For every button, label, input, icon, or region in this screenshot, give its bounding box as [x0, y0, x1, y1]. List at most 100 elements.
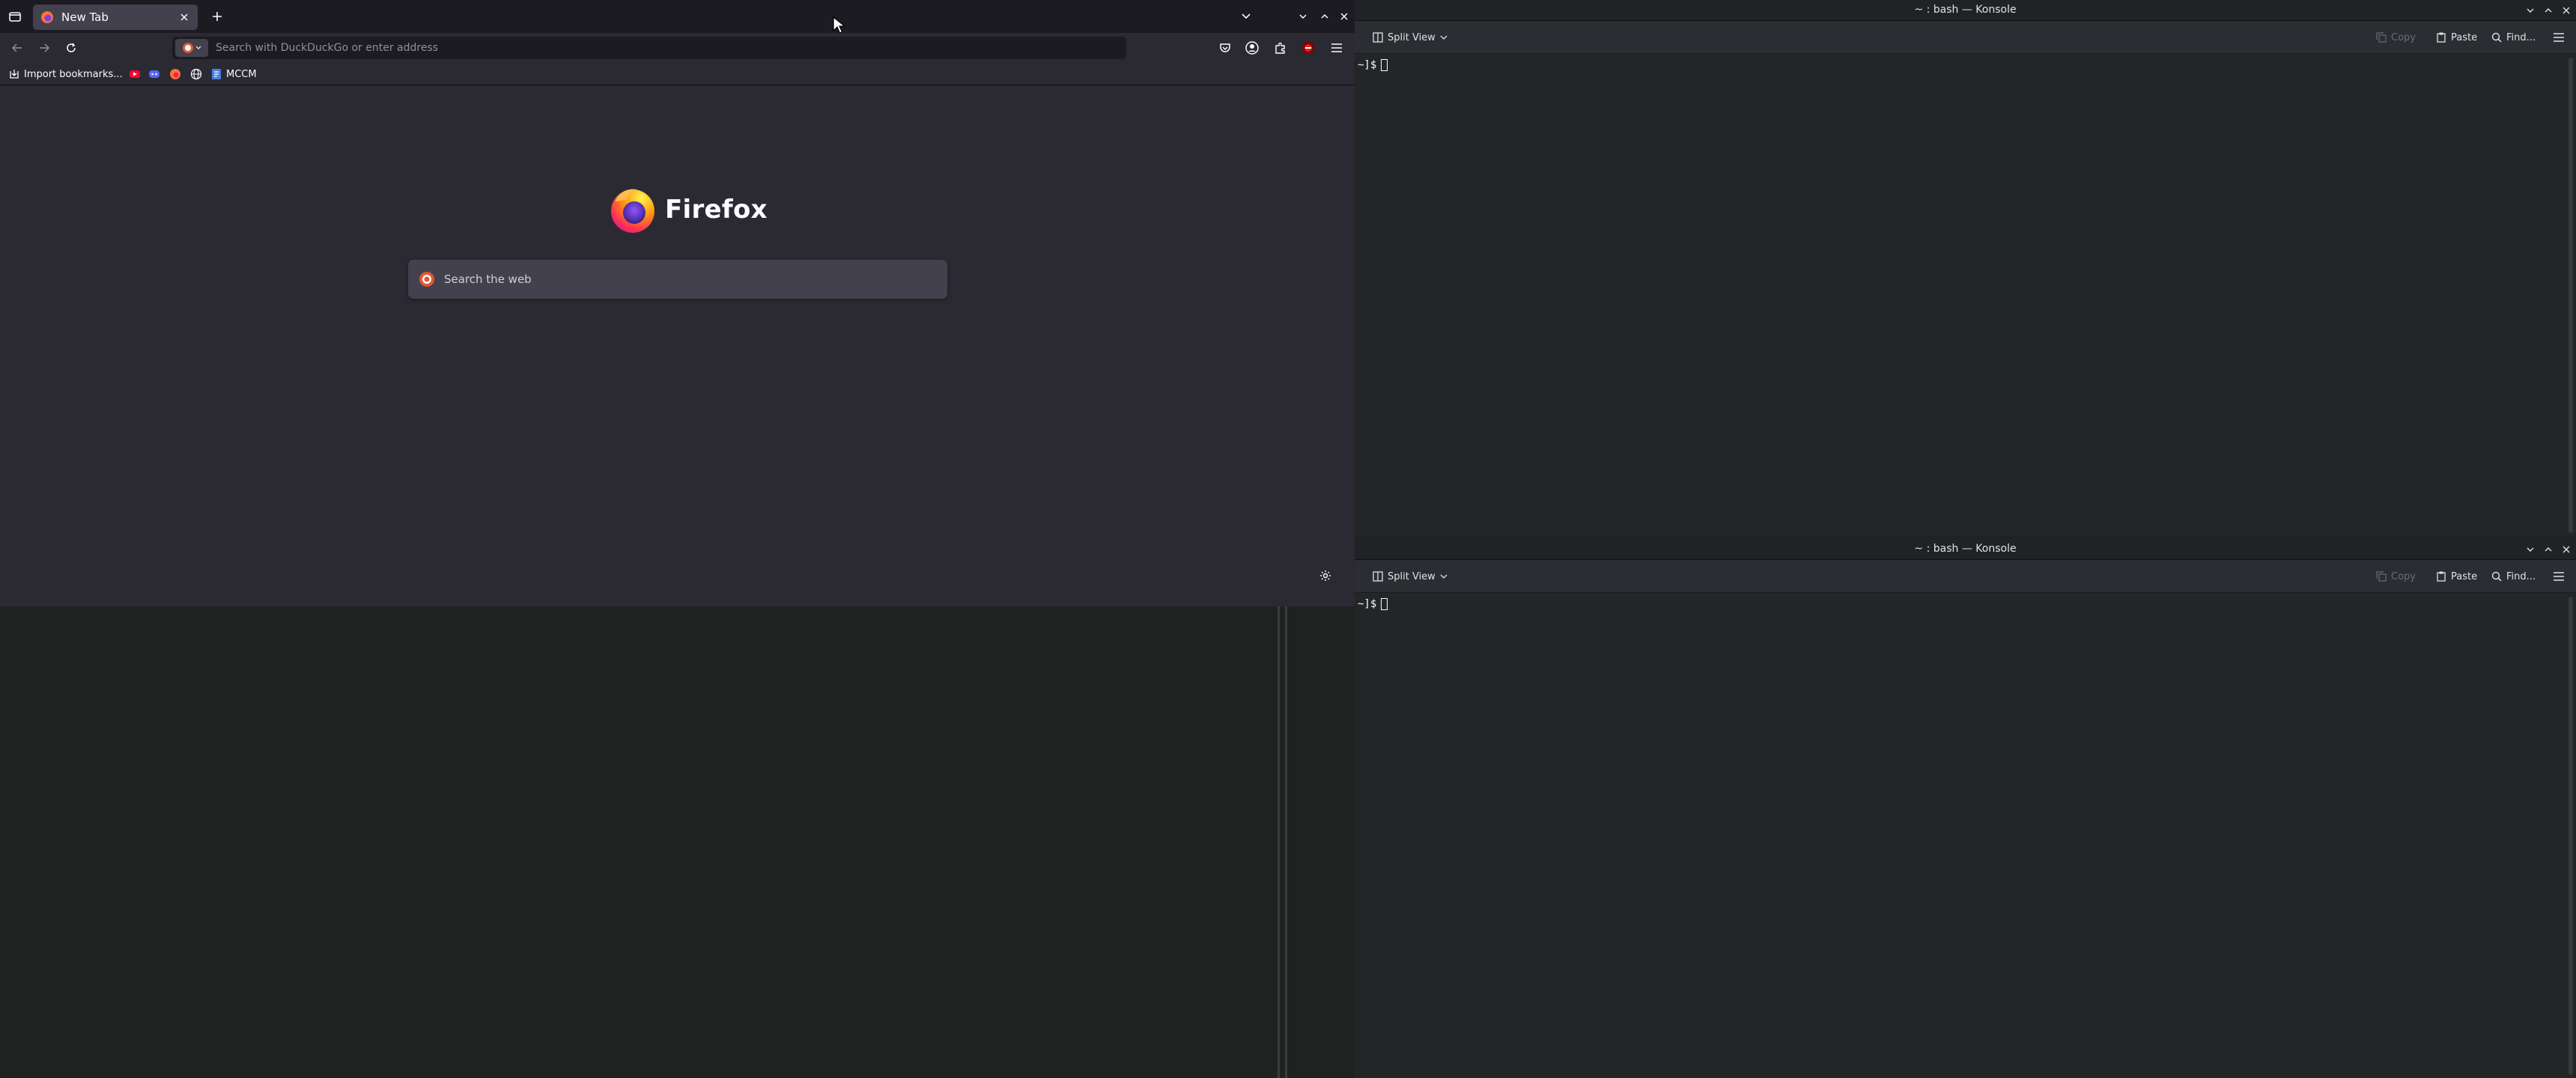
bookmark-discord[interactable] — [148, 66, 160, 82]
split-view-label: Split View — [1388, 570, 1436, 582]
pocket-icon — [1220, 43, 1230, 52]
paste-label: Paste — [2451, 31, 2478, 43]
chevron-down-icon — [1440, 35, 1448, 40]
konsole-menu-button[interactable] — [2553, 28, 2565, 46]
chevron-down-icon — [1440, 574, 1448, 579]
bookmark-youtube[interactable] — [129, 66, 141, 82]
youtube-icon — [130, 70, 140, 78]
paste-label: Paste — [2451, 570, 2478, 582]
puzzle-icon — [1275, 42, 1285, 54]
firefox-icon — [170, 69, 180, 79]
maximize-icon — [1321, 13, 1328, 19]
maximize-button[interactable] — [1316, 7, 1334, 25]
paste-icon — [2437, 32, 2446, 43]
maximize-button[interactable] — [2540, 541, 2557, 558]
reload-button[interactable] — [60, 37, 82, 58]
bookmark-firefox[interactable] — [169, 66, 181, 82]
minimize-icon — [2527, 8, 2534, 13]
window-title: ~ : bash — Konsole — [1914, 543, 2017, 555]
minimize-icon — [1299, 14, 1307, 19]
globe-icon — [190, 68, 202, 80]
copy-label: Copy — [2391, 570, 2416, 582]
plus-icon — [213, 12, 222, 21]
duckduckgo-icon — [419, 272, 434, 287]
copy-button[interactable]: Copy — [2376, 28, 2416, 46]
scrollbar[interactable] — [2569, 597, 2573, 1075]
search-engine-button[interactable] — [175, 39, 208, 57]
pocket-button[interactable] — [1215, 38, 1236, 58]
split-view-icon — [1373, 571, 1383, 582]
paste-icon — [2437, 571, 2446, 582]
tab-new-tab[interactable]: New Tab — [33, 4, 198, 30]
list-all-tabs-button[interactable] — [1236, 7, 1257, 25]
konsole-titlebar: ~ : bash — Konsole — [1355, 539, 2576, 560]
tab-close-button[interactable] — [175, 8, 193, 26]
split-view-button[interactable]: Split View — [1373, 28, 1448, 46]
gear-icon — [1320, 570, 1331, 581]
new-tab-button[interactable] — [207, 6, 228, 27]
extensions-button[interactable] — [1270, 38, 1291, 58]
close-icon — [2563, 546, 2570, 553]
url-bar[interactable] — [172, 37, 1126, 59]
firefox-view-button[interactable] — [4, 7, 25, 25]
personalize-button[interactable] — [1315, 565, 1336, 586]
minimize-button[interactable] — [2522, 2, 2539, 19]
terminal-area[interactable]: ~]$ — [1355, 55, 2576, 536]
paste-button[interactable]: Paste — [2436, 28, 2477, 46]
account-button[interactable] — [1242, 38, 1263, 58]
konsole-toolbar: Split View Copy Paste Find... — [1355, 21, 2576, 54]
find-label: Find... — [2506, 31, 2536, 43]
hamburger-icon — [1331, 43, 1342, 52]
navigation-toolbar — [0, 33, 1355, 63]
konsole-menu-button[interactable] — [2553, 567, 2565, 585]
bookmarks-toolbar: Import bookmarks... MCCM — [0, 63, 1355, 85]
terminal-cursor — [1381, 59, 1388, 71]
split-view-icon — [1373, 32, 1383, 43]
desktop-divider — [1285, 606, 1287, 1078]
firefox-window: New Tab Search with DuckDuckGo or enter … — [0, 0, 1355, 606]
back-button[interactable] — [6, 37, 28, 58]
close-window-button[interactable] — [2558, 2, 2575, 19]
scrollbar[interactable] — [2569, 58, 2573, 533]
arrow-right-icon — [40, 43, 49, 52]
maximize-icon — [2545, 547, 2552, 552]
find-label: Find... — [2506, 570, 2536, 582]
close-window-button[interactable] — [1335, 7, 1353, 25]
url-input[interactable] — [216, 42, 1126, 54]
reload-icon — [67, 43, 76, 52]
firefox-logo-icon — [611, 189, 654, 233]
split-view-button[interactable]: Split View — [1373, 567, 1448, 585]
firefox-icon — [41, 11, 53, 23]
document-icon — [212, 69, 221, 79]
find-button[interactable]: Find... — [2491, 567, 2536, 585]
forward-button[interactable] — [33, 37, 55, 58]
ublock-icon — [1302, 42, 1314, 54]
chevron-down-icon — [195, 46, 201, 49]
arrow-left-icon — [12, 43, 22, 52]
new-tab-page: Firefox — [0, 86, 1355, 606]
search-input[interactable] — [444, 272, 947, 286]
minimize-button[interactable] — [1294, 7, 1312, 25]
minimize-button[interactable] — [2522, 541, 2539, 558]
bookmark-label: MCCM — [226, 68, 257, 80]
app-menu-button[interactable] — [1326, 38, 1347, 58]
bookmark-mccm[interactable]: MCCM — [211, 66, 257, 82]
konsole-toolbar: Split View Copy Paste Find... — [1355, 560, 2576, 593]
paste-button[interactable]: Paste — [2436, 567, 2477, 585]
bookmark-globe[interactable] — [190, 66, 202, 82]
copy-button[interactable]: Copy — [2376, 567, 2416, 585]
copy-icon — [2376, 571, 2387, 582]
tab-list-icon — [9, 12, 21, 22]
minimize-icon — [2527, 547, 2534, 552]
ublock-button[interactable] — [1298, 38, 1319, 58]
firefox-logo: Firefox — [608, 185, 768, 234]
konsole-titlebar: ~ : bash — Konsole — [1355, 0, 2576, 21]
search-box[interactable] — [408, 260, 947, 299]
close-window-button[interactable] — [2558, 541, 2575, 558]
terminal-area[interactable]: ~]$ — [1355, 594, 2576, 1078]
hamburger-icon — [2554, 33, 2564, 42]
bookmark-import[interactable]: Import bookmarks... — [9, 66, 123, 82]
maximize-button[interactable] — [2540, 2, 2557, 19]
find-button[interactable]: Find... — [2491, 28, 2536, 46]
terminal-prompt: ~]$ — [1358, 59, 1388, 71]
